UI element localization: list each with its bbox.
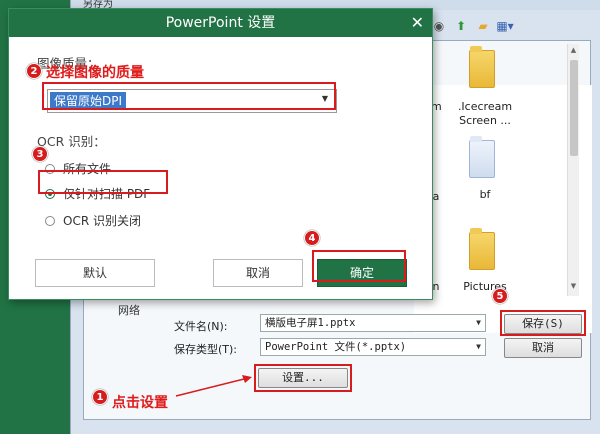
arrow-icon: [175, 375, 252, 397]
